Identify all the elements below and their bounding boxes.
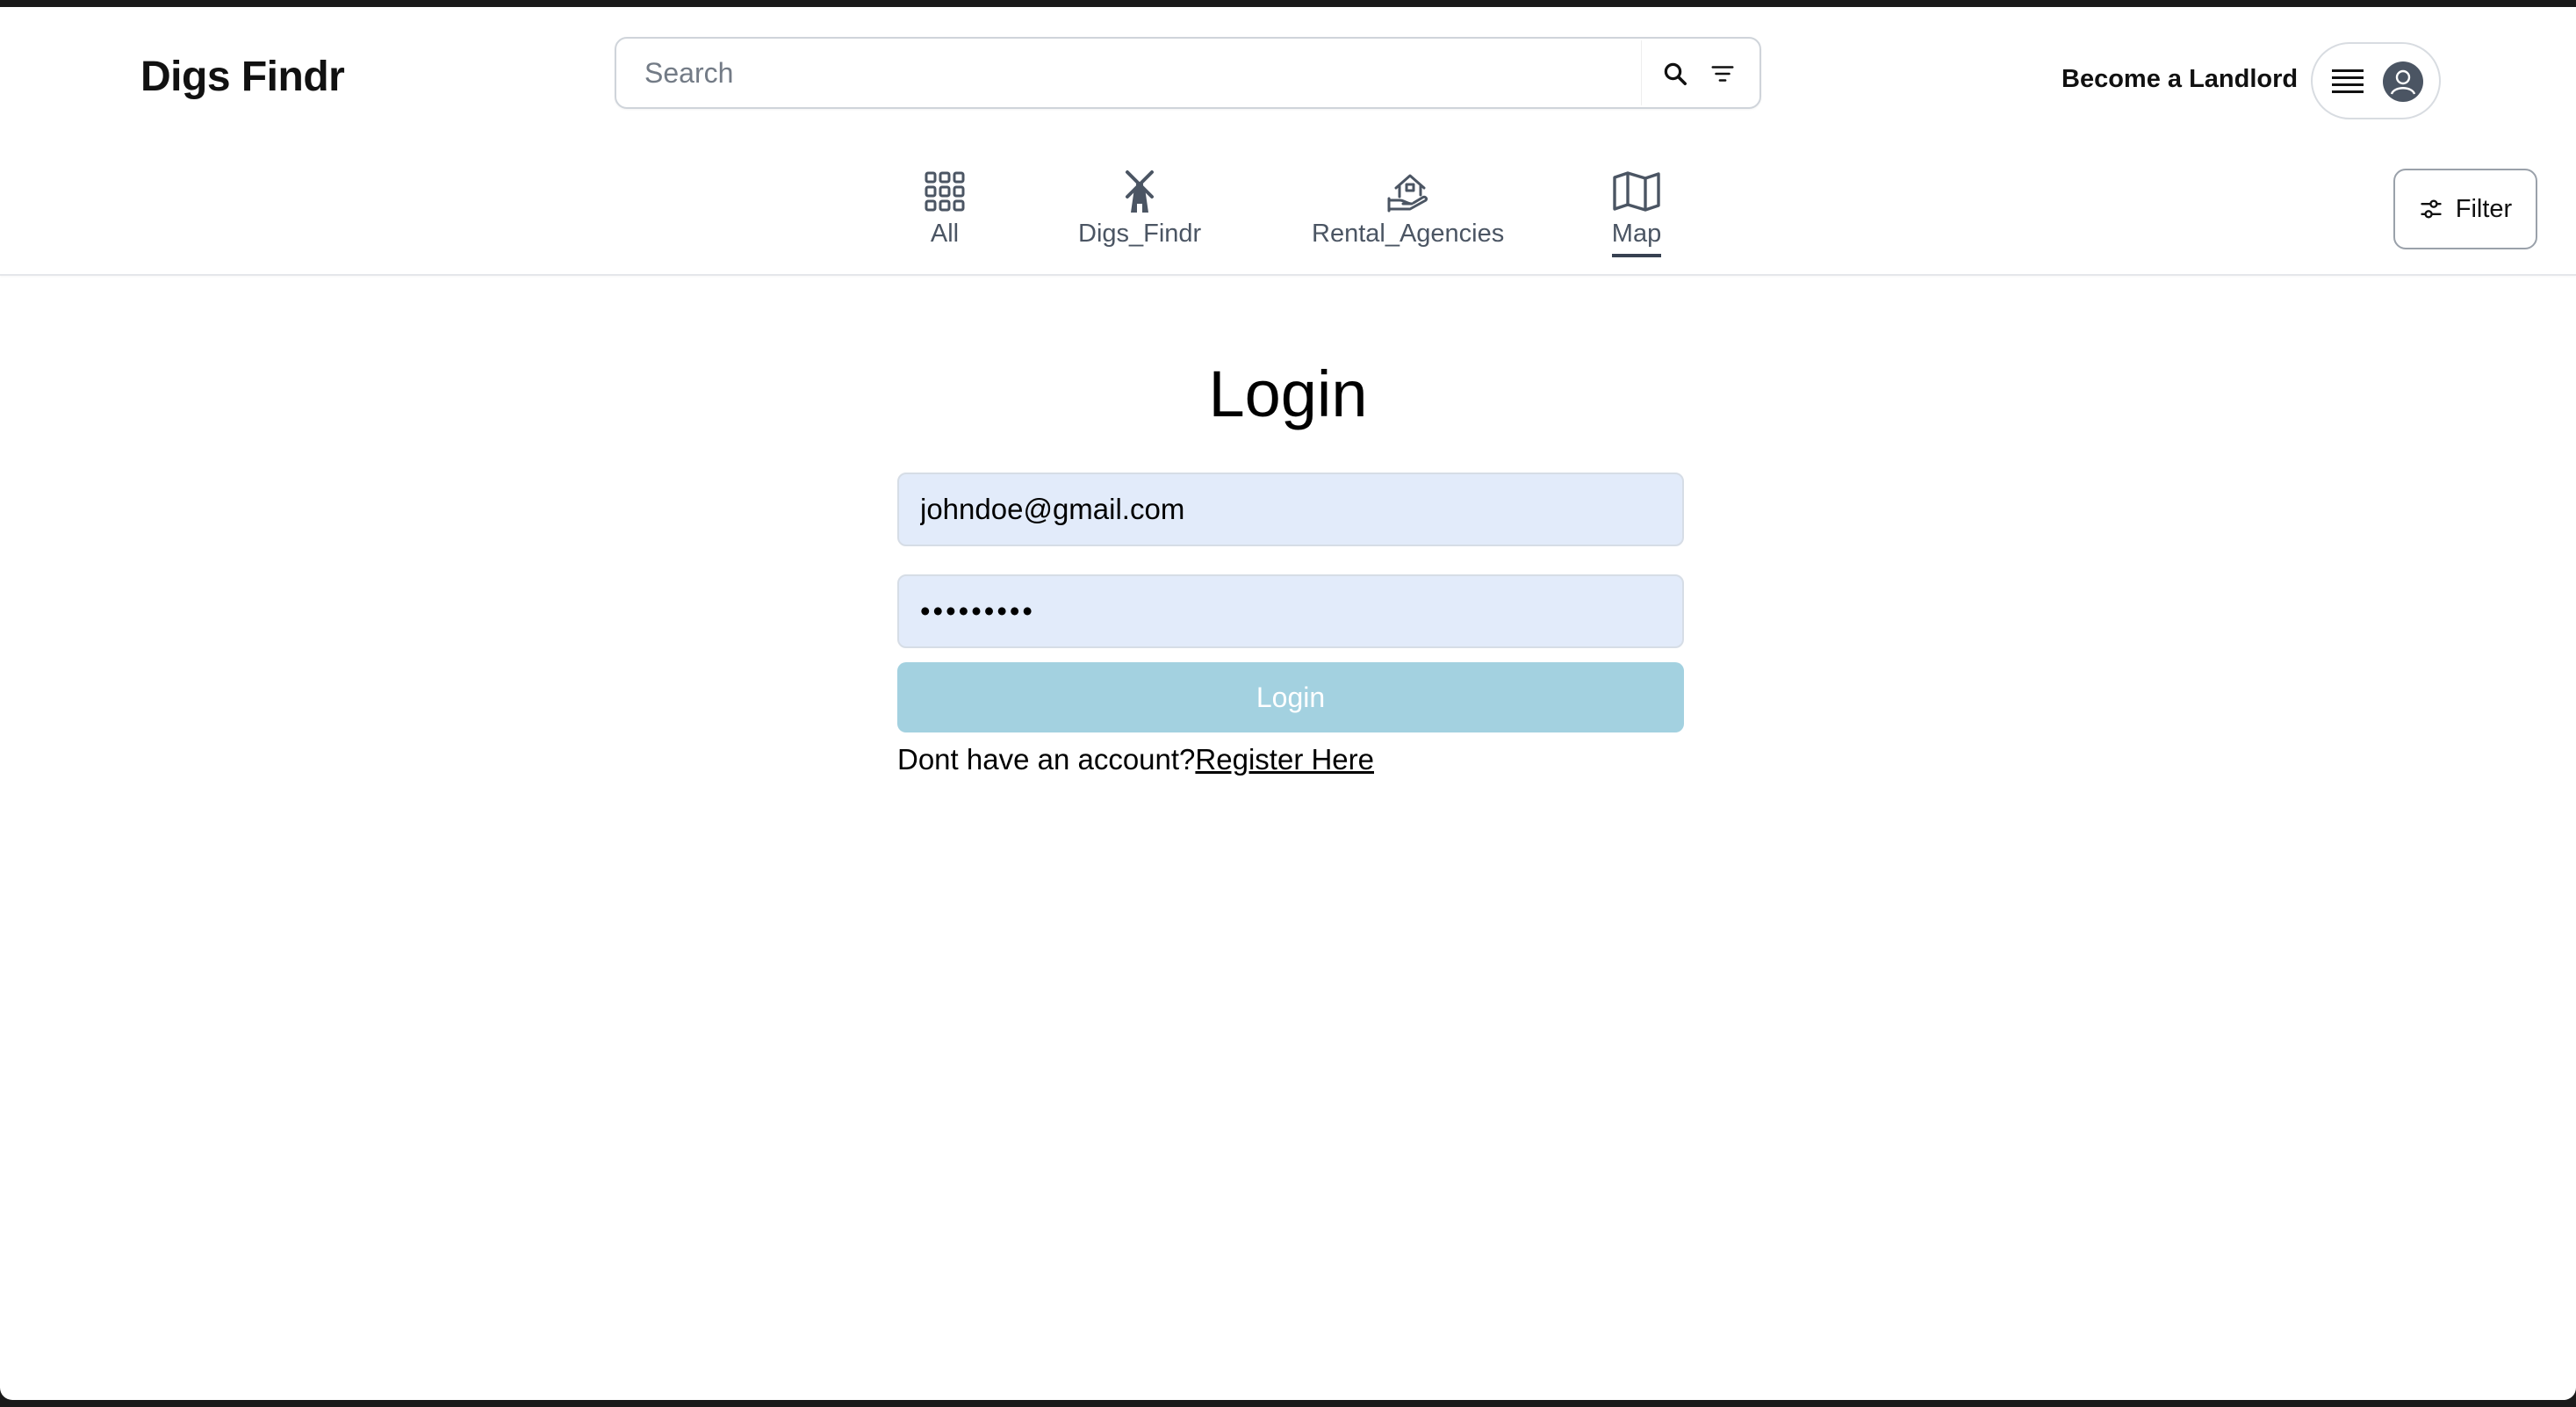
grid-icon	[918, 167, 971, 216]
email-field[interactable]	[897, 473, 1684, 546]
login-button[interactable]: Login	[897, 662, 1684, 732]
hamburger-menu-icon	[2332, 69, 2364, 93]
category-map-label: Map	[1611, 220, 1662, 257]
category-digs-findr[interactable]: Digs_Findr	[1078, 167, 1201, 254]
category-all-label: All	[930, 220, 960, 248]
filter-label: Filter	[2455, 194, 2513, 223]
avatar-icon	[2383, 61, 2423, 102]
register-link[interactable]: Register Here	[1195, 743, 1374, 776]
no-account-text: Dont have an account?	[897, 743, 1196, 776]
category-rental-agencies-label: Rental_Agencies	[1312, 220, 1505, 248]
become-landlord-link[interactable]: Become a Landlord	[2062, 65, 2298, 94]
filter-button[interactable]: Filter	[2393, 169, 2537, 249]
category-all[interactable]: All	[918, 167, 971, 254]
category-rental-agencies[interactable]: Rental_Agencies	[1312, 167, 1504, 254]
search-icon[interactable]	[1656, 54, 1695, 93]
app-logo[interactable]: Digs Findr	[140, 53, 345, 101]
sort-filter-icon[interactable]	[1703, 54, 1742, 93]
house-hand-icon	[1382, 167, 1435, 216]
sliders-icon	[2421, 199, 2442, 219]
register-prompt: Dont have an account?Register Here	[897, 743, 1374, 776]
search-bar	[615, 37, 1761, 109]
page: Digs Findr Become a Landlord	[0, 7, 2576, 1400]
header: Digs Findr Become a Landlord	[0, 7, 2576, 276]
user-menu-button[interactable]	[2311, 42, 2441, 119]
login-title: Login	[1208, 357, 1368, 430]
search-input[interactable]	[618, 40, 1642, 105]
category-map[interactable]: Map	[1610, 167, 1663, 257]
map-icon	[1610, 167, 1663, 216]
password-field[interactable]	[897, 574, 1684, 648]
windmill-icon	[1113, 167, 1166, 216]
category-digs-findr-label: Digs_Findr	[1078, 220, 1202, 248]
